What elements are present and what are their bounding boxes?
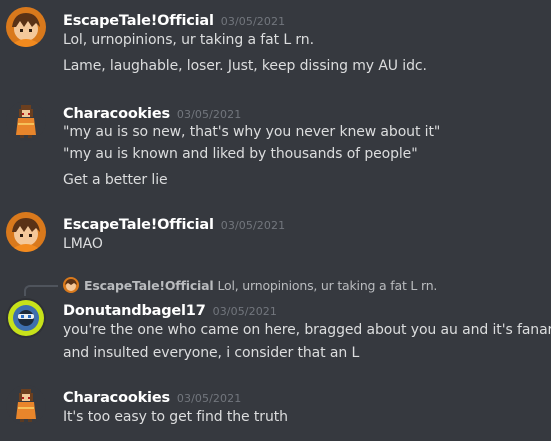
author-name[interactable]: Donutandbagel17 [63, 303, 206, 319]
chara-sprite-avatar-icon [6, 101, 46, 141]
orange-character-avatar-icon [63, 277, 79, 293]
reply-connector [24, 285, 58, 296]
author-name[interactable]: EscapeTale!Official [63, 217, 214, 233]
donut-character-avatar-icon [6, 298, 46, 338]
timestamp: 03/05/2021 [220, 15, 286, 28]
message-text: you're the one who came on here, bragged… [63, 322, 551, 338]
avatar[interactable] [6, 212, 46, 252]
timestamp: 03/05/2021 [212, 305, 277, 318]
message-text: It's too easy to get find the truth [63, 409, 288, 425]
reply-text[interactable]: Lol, urnopinions, ur taking a fat L rn. [217, 278, 437, 293]
orange-character-avatar-icon [6, 212, 46, 252]
author-name[interactable]: Characookies [63, 106, 170, 122]
orange-character-avatar-icon [6, 7, 46, 47]
avatar[interactable] [6, 385, 46, 425]
avatar[interactable] [6, 7, 46, 47]
message-text: Get a better lie [63, 172, 168, 188]
chara-sprite-avatar-icon [6, 385, 46, 425]
author-name[interactable]: EscapeTale!Official [63, 13, 214, 29]
message-text: "my au is known and liked by thousands o… [63, 146, 418, 162]
message-text: LMAO [63, 236, 103, 252]
timestamp: 03/05/2021 [176, 392, 242, 405]
avatar[interactable] [6, 298, 46, 338]
reply-author-name[interactable]: EscapeTale!Official [84, 278, 214, 293]
avatar[interactable] [6, 101, 46, 141]
message-text: "my au is so new, that's why you never k… [63, 124, 441, 140]
timestamp: 03/05/2021 [176, 108, 242, 121]
message-text: and insulted everyone, i consider that a… [63, 345, 360, 361]
message-text: Lol, urnopinions, ur taking a fat L rn. [63, 32, 314, 48]
message-text: Lame, laughable, loser. Just, keep dissi… [63, 58, 427, 74]
reply-preview[interactable]: EscapeTale!Official Lol, urnopinions, ur … [84, 278, 437, 293]
author-name[interactable]: Characookies [63, 390, 170, 406]
reply-avatar[interactable] [63, 277, 79, 293]
timestamp: 03/05/2021 [220, 219, 286, 232]
